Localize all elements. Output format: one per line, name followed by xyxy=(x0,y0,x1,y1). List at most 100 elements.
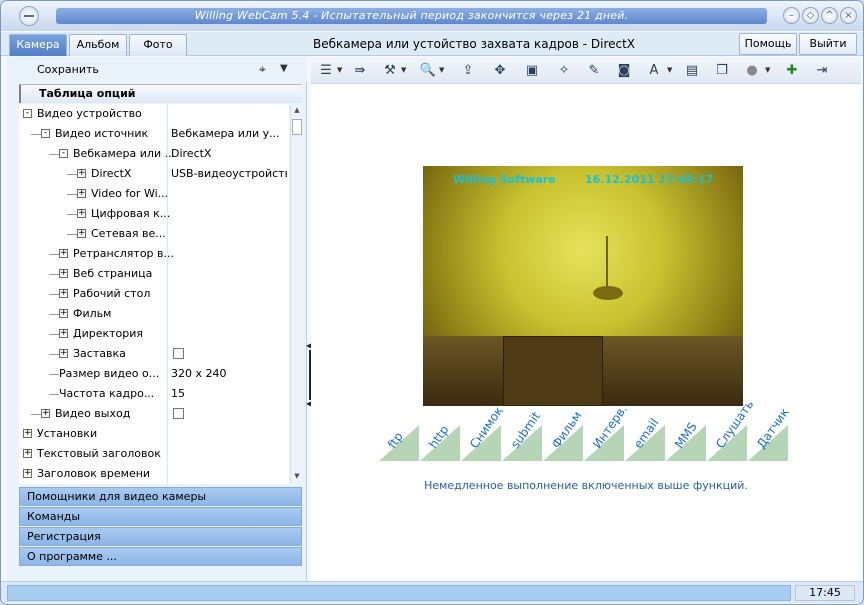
restore-button[interactable]: ◇ xyxy=(802,7,819,24)
tree-row[interactable]: - Видео источник Вебкамера или у... xyxy=(19,124,289,144)
group-about[interactable]: О программе ... xyxy=(19,547,302,566)
notes-icon[interactable]: ✎ xyxy=(585,62,603,80)
camera-icon[interactable]: ◙ xyxy=(615,62,633,80)
functions-info: Немедленное выполнение включенных выше ф… xyxy=(424,479,748,492)
tree-row[interactable]: + Заголовок времени xyxy=(19,464,289,484)
add-icon[interactable]: ✚ xyxy=(783,62,801,80)
close-button[interactable]: × xyxy=(840,7,857,24)
option-checkbox[interactable] xyxy=(173,408,184,419)
tree-item-value[interactable]: 320 x 240 xyxy=(171,367,287,380)
tree-row[interactable]: + Видео выход xyxy=(19,404,289,424)
expand-icon[interactable]: + xyxy=(59,329,68,338)
tree-row[interactable]: + Video for Wi... xyxy=(19,184,289,204)
expand-icon[interactable]: + xyxy=(59,349,68,358)
function-button[interactable]: Датчик xyxy=(748,405,792,463)
tab-camera[interactable]: Камера xyxy=(9,34,67,56)
tree-line xyxy=(49,274,59,275)
collapse-icon[interactable]: - xyxy=(59,149,68,158)
collapse-icon[interactable]: - xyxy=(23,109,32,118)
tree-row[interactable]: + Текстовый заголовок xyxy=(19,444,289,464)
expand-icon[interactable]: + xyxy=(77,169,86,178)
dropdown-icon[interactable]: ▼ xyxy=(337,66,342,74)
dropdown-icon[interactable]: ▼ xyxy=(439,66,444,74)
tree-item-value[interactable]: Вебкамера или у... xyxy=(171,127,287,140)
text-format-icon[interactable]: A xyxy=(645,62,663,80)
dropdown-icon[interactable]: ▼ xyxy=(765,66,770,74)
copy-icon[interactable]: ❐ xyxy=(713,62,731,80)
expand-icon[interactable]: + xyxy=(59,269,68,278)
function-button[interactable]: email xyxy=(625,416,667,463)
expand-icon[interactable]: + xyxy=(77,189,86,198)
group-camera-helpers[interactable]: Помощники для видео камеры xyxy=(19,487,302,506)
function-button[interactable]: Слушать xyxy=(707,397,756,463)
dropdown-arrow-icon[interactable]: ▼ xyxy=(280,63,288,74)
expand-icon[interactable]: + xyxy=(23,469,32,478)
magic-wand-icon[interactable]: ✧ xyxy=(555,62,573,80)
group-commands[interactable]: Команды xyxy=(19,507,302,526)
tree-item-value[interactable]: DirectX xyxy=(171,147,287,160)
dropdown-icon[interactable]: ▼ xyxy=(401,66,406,74)
input-arrow-icon[interactable]: ⇛ xyxy=(351,62,369,80)
tools-icon[interactable]: ⚒ xyxy=(381,62,399,80)
function-button[interactable]: submit xyxy=(502,409,544,463)
collapse-icon[interactable]: - xyxy=(41,129,50,138)
crosshair-icon[interactable]: ⌖ xyxy=(259,63,271,75)
function-button[interactable]: MMS xyxy=(666,417,708,463)
help-button[interactable]: Помощь xyxy=(739,33,797,55)
tree-row[interactable]: + Веб страница xyxy=(19,264,289,284)
tree-row[interactable]: Частота кадро... 15 xyxy=(19,384,289,404)
function-button[interactable]: http xyxy=(420,417,462,463)
tree-row[interactable]: + Сетевая ве... xyxy=(19,224,289,244)
expand-icon[interactable]: + xyxy=(23,429,32,438)
tree-row[interactable]: Размер видео о... 320 x 240 xyxy=(19,364,289,384)
scroll-down-icon[interactable]: ▼ xyxy=(292,472,302,482)
tree-scrollbar[interactable]: ▲ ▼ xyxy=(290,106,302,482)
function-button[interactable]: Снимок xyxy=(461,404,506,463)
tree-line xyxy=(49,354,59,355)
upload-icon[interactable]: ⇪ xyxy=(459,62,477,80)
expand-icon[interactable]: + xyxy=(59,289,68,298)
expand-icon[interactable]: + xyxy=(41,409,50,418)
function-button[interactable]: ftp xyxy=(379,417,421,463)
dropdown-icon[interactable]: ▼ xyxy=(667,66,672,74)
tree-item-value[interactable]: 15 xyxy=(171,387,287,400)
tree-row[interactable]: - Видео устройство xyxy=(19,104,289,124)
function-buttons: ftp http Снимок submit Фильм Интерв. email MMS С… xyxy=(379,397,799,463)
tree-row[interactable]: + Рабочий стол xyxy=(19,284,289,304)
function-button[interactable]: Фильм xyxy=(543,409,585,463)
save-button[interactable]: Сохранить xyxy=(37,63,99,76)
tree-row[interactable]: + Фильм xyxy=(19,304,289,324)
rollup-button[interactable]: ^ xyxy=(821,7,838,24)
tree-row[interactable]: + Директория xyxy=(19,324,289,344)
scroll-up-icon[interactable]: ▲ xyxy=(292,106,302,116)
record-icon[interactable]: ● xyxy=(743,62,761,80)
tree-row[interactable]: + Установки xyxy=(19,424,289,444)
exit-button[interactable]: Выйти xyxy=(799,33,857,55)
exit-door-icon[interactable]: ⇥ xyxy=(813,62,831,80)
expand-icon[interactable]: + xyxy=(77,229,86,238)
group-registration[interactable]: Регистрация xyxy=(19,527,302,546)
system-menu-button[interactable] xyxy=(19,6,39,26)
tree-row[interactable]: - Вебкамера или ... DirectX xyxy=(19,144,289,164)
scroll-thumb[interactable] xyxy=(292,119,302,135)
zoom-page-icon[interactable]: 🔍 xyxy=(419,62,437,80)
tab-photo[interactable]: Фото xyxy=(129,34,187,56)
picture-icon[interactable]: ▣ xyxy=(523,62,541,80)
tree-row[interactable]: + DirectX USB-видеоустройство xyxy=(19,164,289,184)
tree-row[interactable]: + Ретранслятор в... xyxy=(19,244,289,264)
tree-row[interactable]: + Цифровая к... xyxy=(19,204,289,224)
expand-icon[interactable]: + xyxy=(77,209,86,218)
tab-album[interactable]: Альбом xyxy=(69,34,127,56)
function-button[interactable]: Интерв. xyxy=(584,402,630,463)
save-disk-icon[interactable]: ▤ xyxy=(683,62,701,80)
tree-row[interactable]: + Заставка xyxy=(19,344,289,364)
move-icon[interactable]: ✥ xyxy=(491,62,509,80)
tree-item-label: Текстовый заголовок xyxy=(37,447,161,460)
settings-list-icon[interactable]: ☰ xyxy=(317,62,335,80)
expand-icon[interactable]: + xyxy=(23,449,32,458)
minimize-button[interactable]: – xyxy=(783,7,800,24)
expand-icon[interactable]: + xyxy=(59,249,68,258)
expand-icon[interactable]: + xyxy=(59,309,68,318)
option-checkbox[interactable] xyxy=(173,348,184,359)
tree-item-value[interactable]: USB-видеоустройство xyxy=(171,167,287,180)
